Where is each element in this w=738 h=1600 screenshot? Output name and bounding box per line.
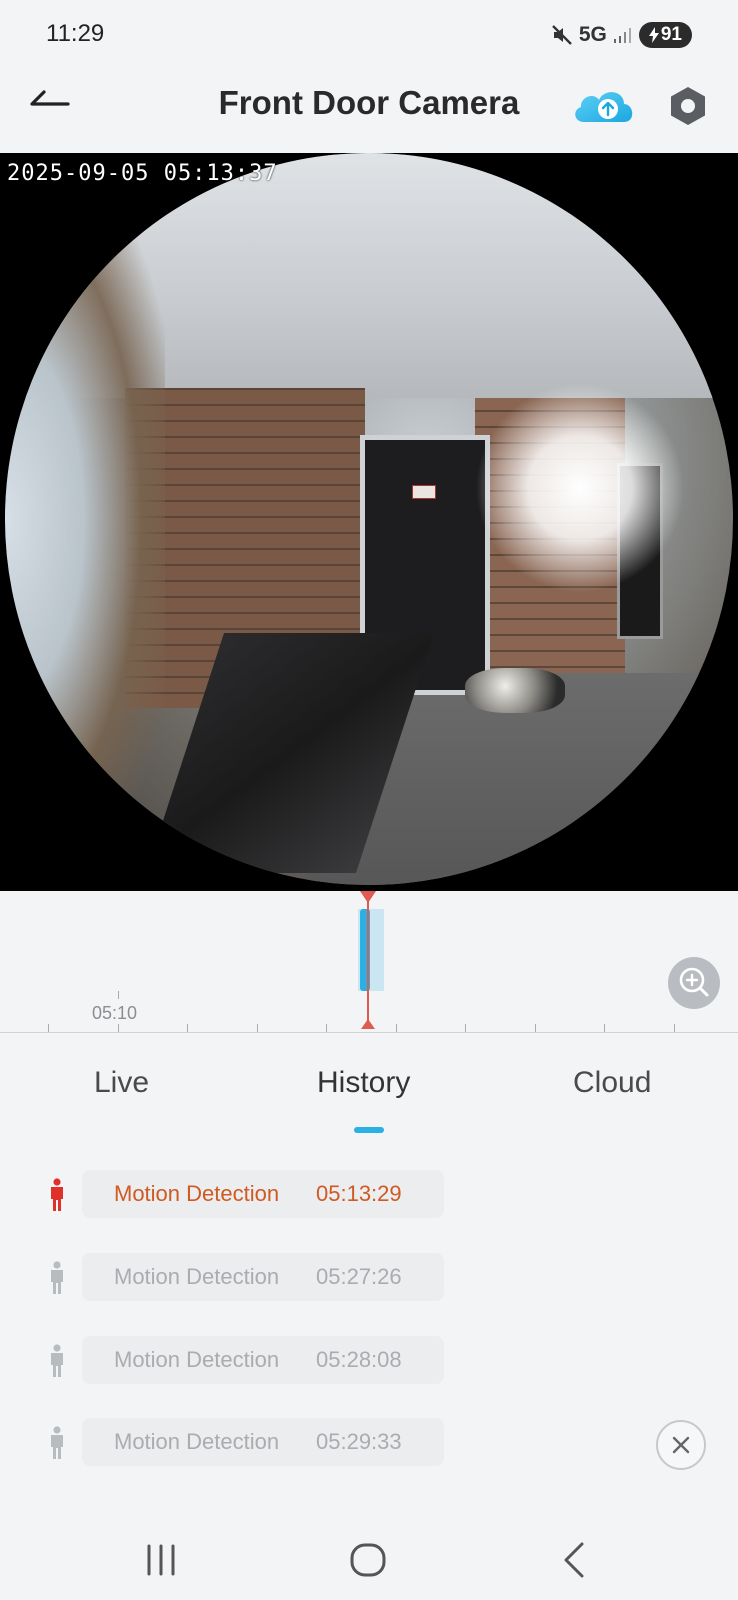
- nav-home-button[interactable]: [338, 1535, 398, 1585]
- event-label: Motion Detection: [114, 1347, 280, 1372]
- back-icon: [564, 1542, 584, 1578]
- timeline-baseline: [0, 1032, 738, 1033]
- timeline-tick: [326, 1024, 327, 1032]
- back-arrow-icon: [30, 90, 70, 106]
- timeline-tick: [674, 1024, 675, 1032]
- zoom-in-icon: [679, 967, 709, 997]
- event-time: 05:27:26: [316, 1264, 402, 1289]
- charging-icon: [648, 27, 659, 43]
- playhead-line[interactable]: [367, 891, 369, 1029]
- event-label: Motion Detection: [114, 1264, 280, 1289]
- timeline-tick: [118, 1024, 119, 1032]
- video-timestamp: 2025-09-05 05:13:37: [7, 161, 278, 186]
- back-button[interactable]: [24, 84, 80, 128]
- timeline-tick: [48, 1024, 49, 1032]
- event-time: 05:13:29: [316, 1181, 402, 1206]
- tab-history[interactable]: History: [317, 1066, 410, 1100]
- tab-active-indicator: [354, 1127, 384, 1133]
- recents-icon: [147, 1544, 175, 1576]
- timeline[interactable]: 05:10: [0, 891, 738, 1035]
- tab-cloud[interactable]: Cloud: [573, 1066, 651, 1100]
- timeline-tick-label: 05:10: [92, 1003, 138, 1023]
- close-icon: [672, 1436, 690, 1454]
- timeline-major-tick: [118, 991, 119, 999]
- status-icons: 5G 91: [551, 20, 692, 50]
- playhead-top-marker: [360, 891, 376, 903]
- timeline-tick: [465, 1024, 466, 1032]
- settings-button[interactable]: [666, 84, 710, 128]
- mute-icon: [551, 25, 572, 45]
- timeline-tick: [535, 1024, 536, 1032]
- playhead-bottom-marker: [361, 1019, 375, 1029]
- hexagon-settings-icon: [671, 87, 705, 125]
- person-icon: [51, 1344, 63, 1377]
- signal-icon: [613, 28, 631, 43]
- event-label: Motion Detection: [114, 1181, 280, 1206]
- network-label: 5G: [578, 23, 607, 46]
- event-time: 05:29:33: [316, 1429, 402, 1454]
- person-icon: [51, 1261, 63, 1294]
- cloud-upload-icon: [575, 92, 633, 122]
- close-button[interactable]: [656, 1420, 706, 1470]
- event-item[interactable]: Motion Detection 05:13:29: [0, 1166, 738, 1222]
- cloud-upload-button[interactable]: [568, 82, 640, 130]
- event-item[interactable]: Motion Detection 05:28:08: [0, 1332, 738, 1388]
- person-icon: [51, 1178, 63, 1211]
- timeline-tick: [604, 1024, 605, 1032]
- battery-indicator: 91: [638, 22, 692, 48]
- nav-back-button[interactable]: [546, 1535, 606, 1585]
- battery-level: 91: [660, 24, 682, 45]
- status-time: 11:29: [46, 20, 105, 47]
- event-label: Motion Detection: [114, 1429, 280, 1454]
- event-item[interactable]: Motion Detection 05:29:33: [0, 1414, 738, 1470]
- timeline-tick: [187, 1024, 188, 1032]
- camera-video-feed[interactable]: 2025-09-05 05:13:37: [0, 153, 738, 891]
- timeline-tick: [257, 1024, 258, 1032]
- person-icon: [51, 1426, 63, 1459]
- event-item[interactable]: Motion Detection 05:27:26: [0, 1249, 738, 1305]
- zoom-button[interactable]: [668, 957, 720, 1009]
- nav-recents-button[interactable]: [132, 1535, 192, 1585]
- fisheye-image: [5, 153, 733, 885]
- tab-live[interactable]: Live: [94, 1066, 149, 1100]
- timeline-tick: [396, 1024, 397, 1032]
- home-icon: [350, 1543, 386, 1577]
- event-time: 05:28:08: [316, 1347, 402, 1372]
